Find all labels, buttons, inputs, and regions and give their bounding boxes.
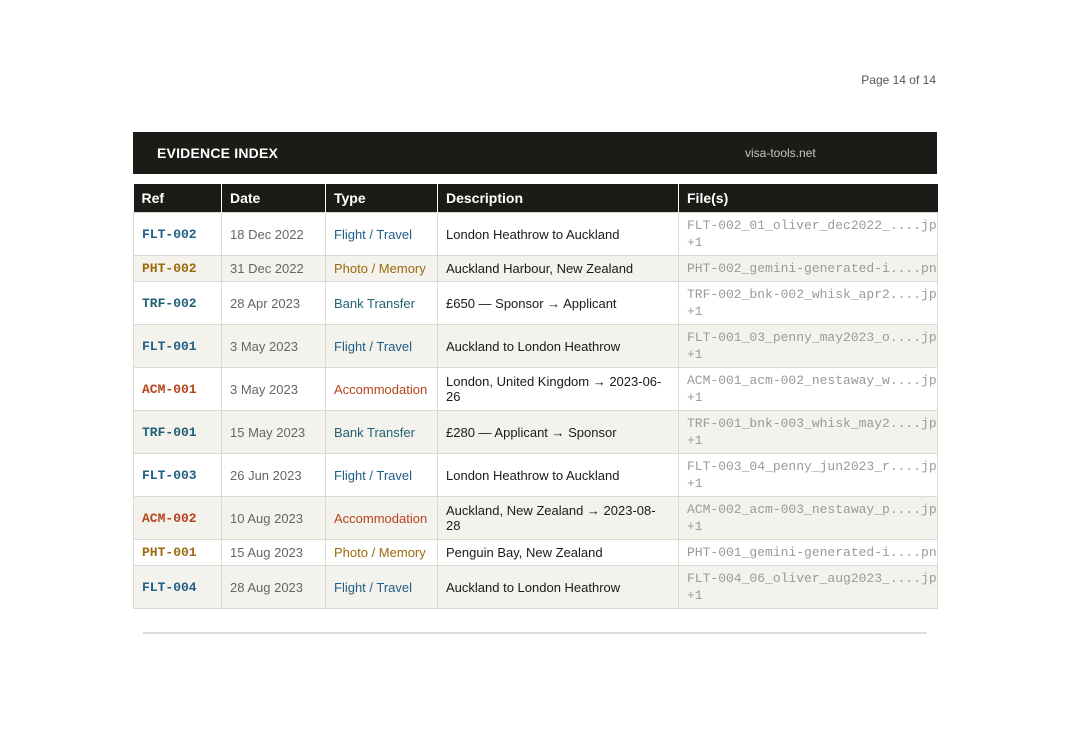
column-header-ref: Ref bbox=[133, 184, 222, 213]
ref-cell: FLT-003 bbox=[133, 453, 222, 497]
type-cell: Accommodation bbox=[325, 496, 438, 540]
page-number: Page 14 of 14 bbox=[861, 73, 936, 87]
files-cell: PHT-001_gemini-generated-i....png bbox=[678, 539, 938, 566]
file-name: TRF-001_bnk-003_whisk_may2....jpg bbox=[687, 416, 938, 431]
ref-cell: ACM-001 bbox=[133, 367, 222, 411]
files-cell: ACM-001_acm-002_nestaway_w....jpg +1 bbox=[678, 367, 938, 411]
footer-divider bbox=[143, 632, 927, 634]
files-cell: FLT-002_01_oliver_dec2022_....jpg +1 bbox=[678, 212, 938, 256]
file-more-count: +1 bbox=[687, 347, 703, 362]
ref-cell: PHT-001 bbox=[133, 539, 222, 566]
date-cell: 3 May 2023 bbox=[221, 367, 326, 411]
type-cell: Accommodation bbox=[325, 367, 438, 411]
column-header-type: Type bbox=[325, 184, 438, 213]
file-more-count: +1 bbox=[687, 519, 703, 534]
ref-cell: FLT-002 bbox=[133, 212, 222, 256]
files-cell: PHT-002_gemini-generated-i....png bbox=[678, 255, 938, 282]
date-cell: 3 May 2023 bbox=[221, 324, 326, 368]
ref-cell: ACM-002 bbox=[133, 496, 222, 540]
column-header-date: Date bbox=[221, 184, 326, 213]
file-more-count: +1 bbox=[687, 390, 703, 405]
date-cell: 18 Dec 2022 bbox=[221, 212, 326, 256]
file-more-count: +1 bbox=[687, 476, 703, 491]
file-name: FLT-002_01_oliver_dec2022_....jpg bbox=[687, 218, 938, 233]
header-site: visa-tools.net bbox=[745, 146, 816, 160]
table-row: ACM-001 3 May 2023 Accommodation London,… bbox=[133, 367, 938, 411]
files-cell: FLT-004_06_oliver_aug2023_....jpg +1 bbox=[678, 565, 938, 609]
file-name: TRF-002_bnk-002_whisk_apr2....jpg bbox=[687, 287, 938, 302]
table-row: FLT-002 18 Dec 2022 Flight / Travel Lond… bbox=[133, 212, 938, 256]
evidence-table: Ref Date Type Description File(s) FLT-00… bbox=[133, 184, 938, 609]
header-title: EVIDENCE INDEX bbox=[157, 145, 279, 161]
table-row: FLT-003 26 Jun 2023 Flight / Travel Lond… bbox=[133, 453, 938, 497]
date-cell: 28 Apr 2023 bbox=[221, 281, 326, 325]
ref-cell: FLT-001 bbox=[133, 324, 222, 368]
table-row: ACM-002 10 Aug 2023 Accommodation Auckla… bbox=[133, 496, 938, 540]
type-cell: Photo / Memory bbox=[325, 255, 438, 282]
file-name: FLT-001_03_penny_may2023_o....jpg bbox=[687, 330, 938, 345]
table-row: FLT-004 28 Aug 2023 Flight / Travel Auck… bbox=[133, 565, 938, 609]
file-name: ACM-001_acm-002_nestaway_w....jpg bbox=[687, 373, 938, 388]
file-name: PHT-002_gemini-generated-i....png bbox=[687, 261, 938, 276]
file-name: FLT-004_06_oliver_aug2023_....jpg bbox=[687, 571, 938, 586]
type-cell: Flight / Travel bbox=[325, 212, 438, 256]
date-cell: 15 May 2023 bbox=[221, 410, 326, 454]
table-row: FLT-001 3 May 2023 Flight / Travel Auckl… bbox=[133, 324, 938, 368]
date-cell: 28 Aug 2023 bbox=[221, 565, 326, 609]
description-cell: London Heathrow to Auckland bbox=[437, 212, 679, 256]
description-cell: £280 — Applicant → Sponsor bbox=[437, 410, 679, 454]
table-row: TRF-001 15 May 2023 Bank Transfer £280 —… bbox=[133, 410, 938, 454]
ref-cell: PHT-002 bbox=[133, 255, 222, 282]
ref-cell: TRF-002 bbox=[133, 281, 222, 325]
files-cell: TRF-001_bnk-003_whisk_may2....jpg +1 bbox=[678, 410, 938, 454]
type-cell: Photo / Memory bbox=[325, 539, 438, 566]
type-cell: Flight / Travel bbox=[325, 324, 438, 368]
file-more-count: +1 bbox=[687, 304, 703, 319]
file-more-count: +1 bbox=[687, 235, 703, 250]
files-cell: FLT-001_03_penny_may2023_o....jpg +1 bbox=[678, 324, 938, 368]
files-cell: FLT-003_04_penny_jun2023_r....jpg +1 bbox=[678, 453, 938, 497]
date-cell: 10 Aug 2023 bbox=[221, 496, 326, 540]
date-cell: 31 Dec 2022 bbox=[221, 255, 326, 282]
column-header-files: File(s) bbox=[678, 184, 938, 213]
file-name: FLT-003_04_penny_jun2023_r....jpg bbox=[687, 459, 938, 474]
description-cell: London Heathrow to Auckland bbox=[437, 453, 679, 497]
ref-cell: TRF-001 bbox=[133, 410, 222, 454]
type-cell: Flight / Travel bbox=[325, 453, 438, 497]
column-header-description: Description bbox=[437, 184, 679, 213]
description-cell: London, United Kingdom → 2023-06-26 bbox=[437, 367, 679, 411]
files-cell: ACM-002_acm-003_nestaway_p....jpg +1 bbox=[678, 496, 938, 540]
description-cell: Auckland, New Zealand → 2023-08-28 bbox=[437, 496, 679, 540]
file-name: ACM-002_acm-003_nestaway_p....jpg bbox=[687, 502, 938, 517]
description-cell: Auckland Harbour, New Zealand bbox=[437, 255, 679, 282]
table-row: PHT-001 15 Aug 2023 Photo / Memory Pengu… bbox=[133, 539, 938, 566]
file-more-count: +1 bbox=[687, 588, 703, 603]
table-row: TRF-002 28 Apr 2023 Bank Transfer £650 —… bbox=[133, 281, 938, 325]
file-name: PHT-001_gemini-generated-i....png bbox=[687, 545, 938, 560]
date-cell: 26 Jun 2023 bbox=[221, 453, 326, 497]
type-cell: Flight / Travel bbox=[325, 565, 438, 609]
type-cell: Bank Transfer bbox=[325, 281, 438, 325]
description-cell: Auckland to London Heathrow bbox=[437, 565, 679, 609]
description-cell: Penguin Bay, New Zealand bbox=[437, 539, 679, 566]
file-more-count: +1 bbox=[687, 433, 703, 448]
table-row: PHT-002 31 Dec 2022 Photo / Memory Auckl… bbox=[133, 255, 938, 282]
description-cell: £650 — Sponsor → Applicant bbox=[437, 281, 679, 325]
table-header-row: Ref Date Type Description File(s) bbox=[133, 184, 938, 213]
files-cell: TRF-002_bnk-002_whisk_apr2....jpg +1 bbox=[678, 281, 938, 325]
ref-cell: FLT-004 bbox=[133, 565, 222, 609]
evidence-header-bar: EVIDENCE INDEX visa-tools.net bbox=[133, 132, 937, 174]
description-cell: Auckland to London Heathrow bbox=[437, 324, 679, 368]
date-cell: 15 Aug 2023 bbox=[221, 539, 326, 566]
type-cell: Bank Transfer bbox=[325, 410, 438, 454]
